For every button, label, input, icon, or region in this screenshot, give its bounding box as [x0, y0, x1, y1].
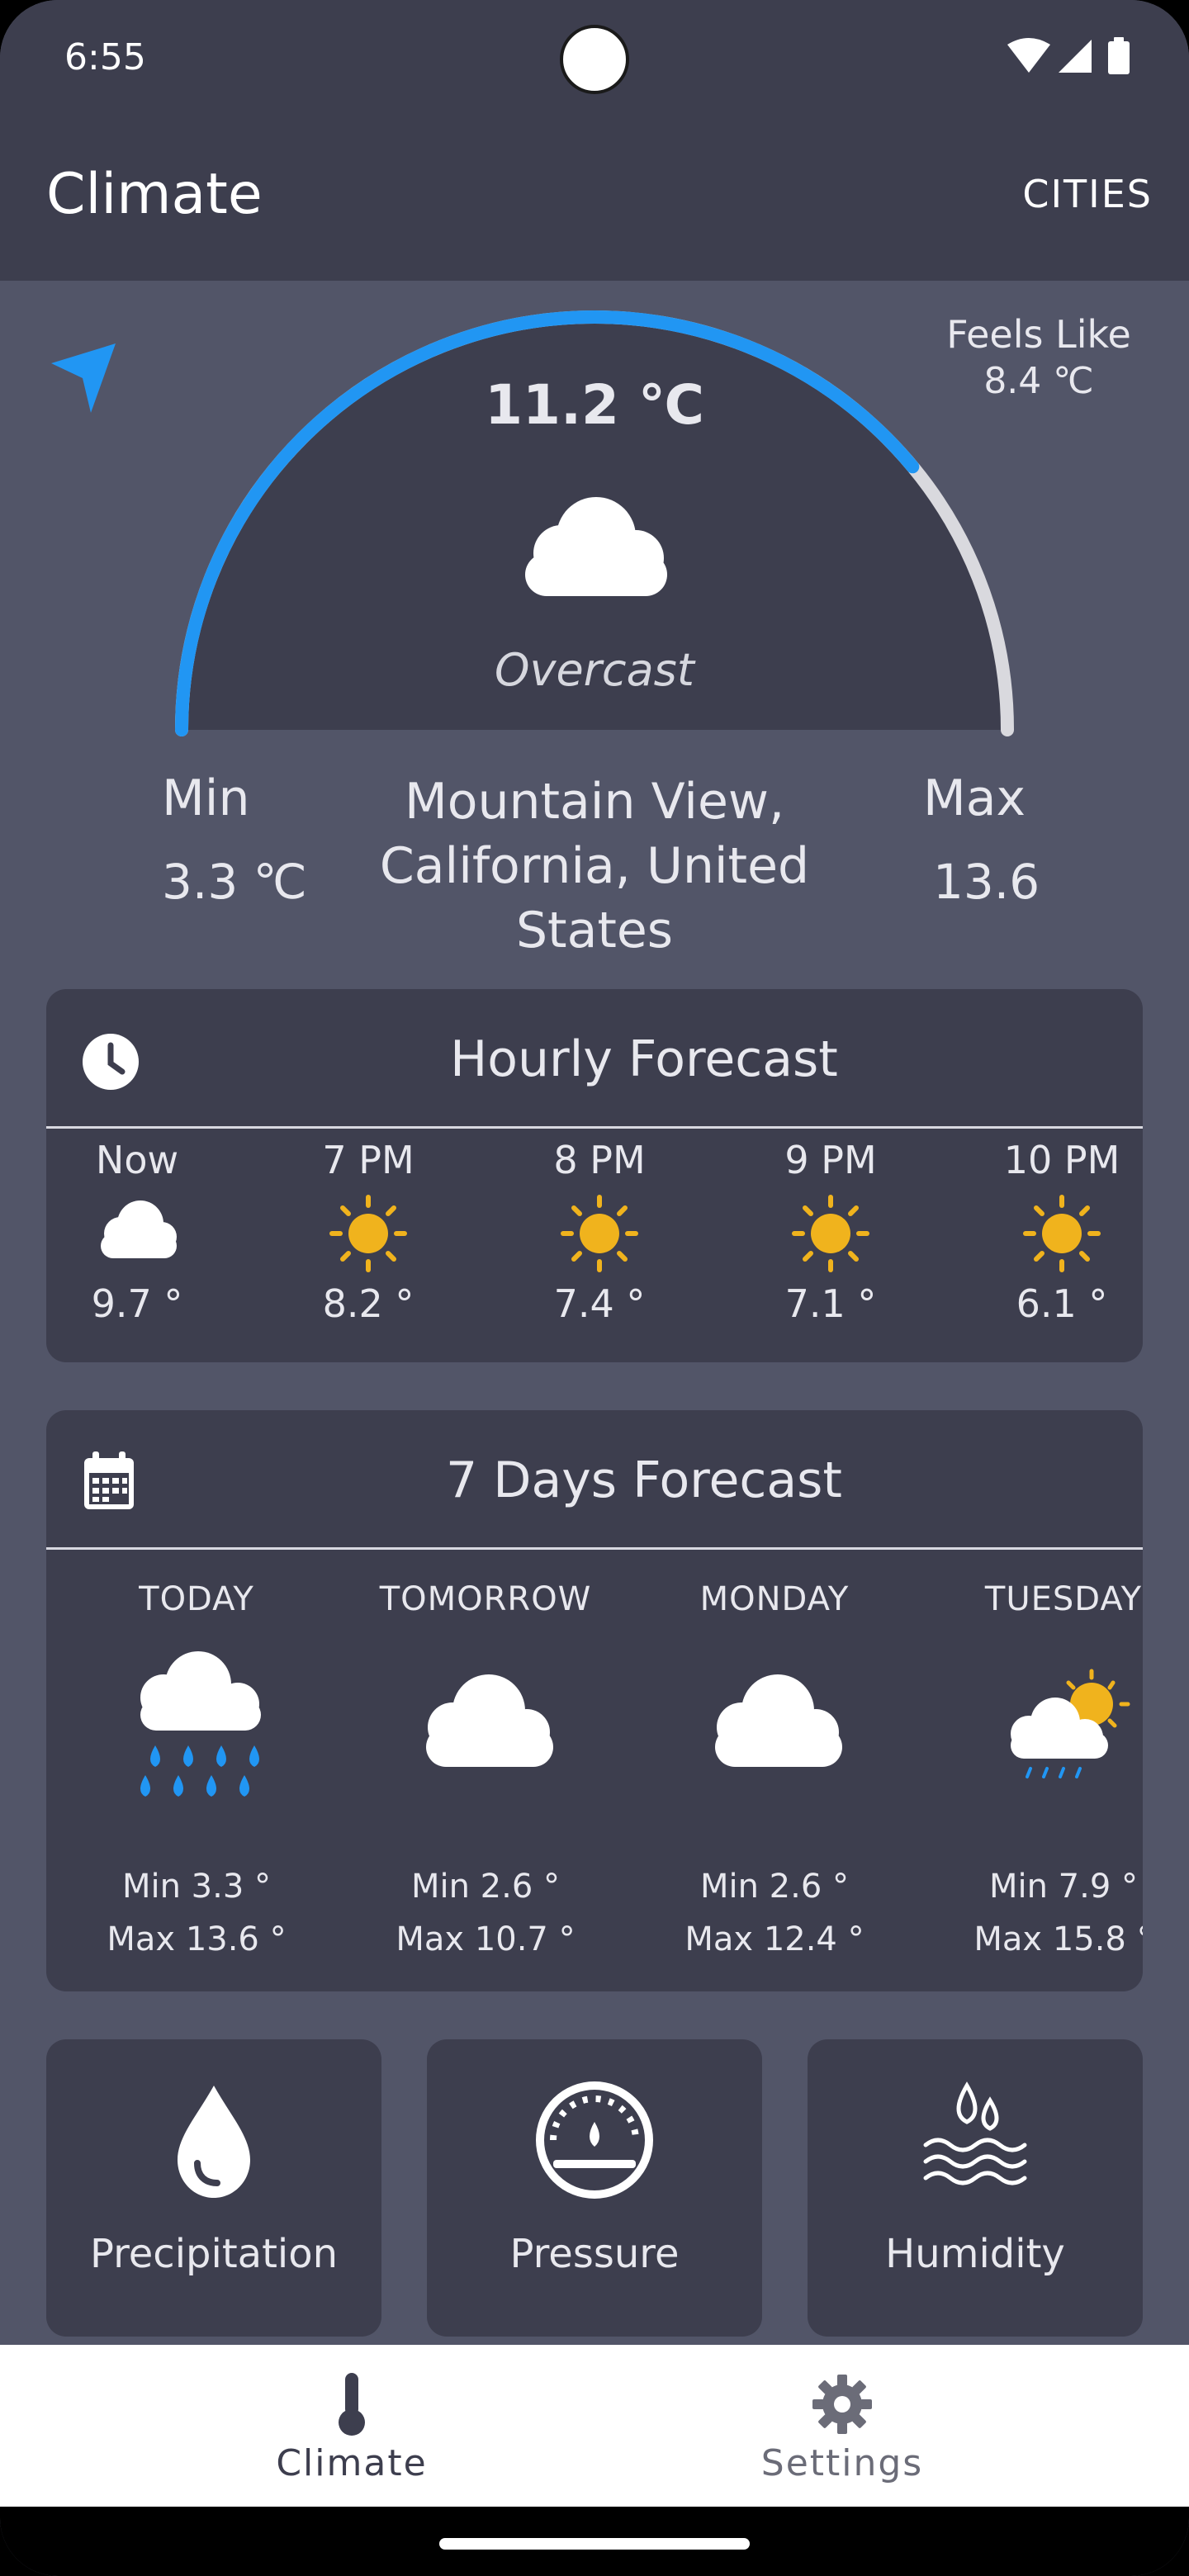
- app-screen: 6:55 Climate CITIES Feels Like 8.4 ℃ 11.…: [0, 0, 1189, 2576]
- hour-time: 7 PM: [322, 1138, 414, 1182]
- humidity-icon: [923, 2081, 1027, 2185]
- hour-temp: 7.1 °: [784, 1281, 877, 1326]
- home-indicator[interactable]: [439, 2538, 750, 2550]
- gauge-icon: [536, 2081, 653, 2199]
- hour-time: 9 PM: [784, 1138, 877, 1182]
- status-icons: [1007, 37, 1130, 74]
- day-min: Min 3.3 °: [121, 1868, 272, 1906]
- day-max: Max 13.6 °: [107, 1920, 287, 1958]
- location-name: Mountain View, California, United States: [379, 773, 810, 959]
- hourly-item: 10 PM 6.1 °: [988, 1138, 1136, 1326]
- hourly-forecast-title: Hourly Forecast: [450, 1030, 838, 1088]
- day-min: Min 2.6 °: [410, 1868, 561, 1906]
- min-label: Min: [162, 769, 250, 827]
- drop-icon: [178, 2086, 250, 2198]
- max-value: 13.6: [933, 854, 1040, 910]
- sun-icon: [561, 1195, 638, 1272]
- hour-temp: 7.4 °: [553, 1281, 646, 1326]
- hour-time: 10 PM: [1003, 1138, 1120, 1182]
- tile-label: Pressure: [509, 2231, 680, 2277]
- status-time: 6:55: [64, 36, 146, 78]
- sun-icon: [329, 1195, 407, 1272]
- max-label: Max: [923, 769, 1026, 827]
- tile-label: Precipitation: [89, 2231, 339, 2277]
- divider: [46, 1547, 1143, 1550]
- pressure-tile[interactable]: Pressure: [427, 2039, 762, 2337]
- sun-icon: [792, 1195, 869, 1272]
- feels-like-value: 8.4 ℃: [983, 360, 1094, 402]
- cloud-icon: [426, 1674, 553, 1767]
- bottom-navigation: Climate Settings: [0, 2345, 1189, 2507]
- wifi-icon: [1007, 38, 1050, 73]
- hourly-item: 7 PM 8.2 °: [294, 1138, 443, 1326]
- cloud-icon: [715, 1674, 842, 1767]
- day-name: MONDAY: [699, 1580, 850, 1618]
- gear-icon: [812, 2375, 872, 2434]
- sun-rain-icon: [1011, 1669, 1130, 1778]
- hourly-forecast-card[interactable]: Hourly Forecast Now 9.7 ° 7 PM 8.2 ° 8 P…: [46, 989, 1143, 1362]
- divider: [46, 1126, 1143, 1129]
- hour-temp: 6.1 °: [1016, 1281, 1108, 1326]
- daily-item: TOMORROW Min 2.6 ° Max 10.7 °: [362, 1580, 609, 1958]
- app-title: Climate: [46, 162, 263, 227]
- hourly-item: Now 9.7 °: [63, 1138, 211, 1326]
- daily-item: TUESDAY Min 7.9 ° Max 15.8 °: [940, 1580, 1143, 1958]
- day-name: TUESDAY: [984, 1580, 1143, 1618]
- daily-item: MONDAY Min 2.6 ° Max 12.4 °: [651, 1580, 898, 1958]
- signal-icon: [1059, 40, 1092, 73]
- thermometer-icon: [339, 2373, 365, 2436]
- humidity-tile[interactable]: Humidity: [808, 2039, 1143, 2337]
- heavy-rain-icon: [140, 1651, 261, 1797]
- day-name: TOMORROW: [379, 1580, 592, 1618]
- hourly-item: 8 PM 7.4 °: [525, 1138, 674, 1326]
- sun-icon: [1023, 1195, 1101, 1272]
- feels-like-label: Feels Like: [946, 312, 1131, 357]
- day-min: Min 7.9 °: [988, 1868, 1139, 1906]
- hourly-item: 9 PM 7.1 °: [756, 1138, 905, 1326]
- hour-temp: 9.7 °: [91, 1281, 183, 1326]
- daily-forecast-title: 7 Days Forecast: [446, 1451, 842, 1509]
- daily-item: TODAY Min 3.3 ° Max 13.6 °: [73, 1580, 320, 1958]
- nav-label: Settings: [760, 2442, 924, 2484]
- precipitation-tile[interactable]: Precipitation: [46, 2039, 381, 2337]
- hour-temp: 8.2 °: [322, 1281, 414, 1326]
- min-value: 3.3 ℃: [162, 854, 307, 910]
- hour-time: Now: [95, 1138, 179, 1182]
- top-app-bar: 6:55 Climate CITIES: [0, 0, 1189, 281]
- nav-settings[interactable]: Settings: [545, 2345, 1139, 2507]
- current-temperature: 11.2 ℃: [485, 373, 704, 437]
- cities-button[interactable]: CITIES: [1022, 172, 1153, 216]
- day-max: Max 12.4 °: [685, 1920, 865, 1958]
- hour-time: 8 PM: [553, 1138, 646, 1182]
- day-max: Max 15.8 °: [973, 1920, 1143, 1958]
- day-min: Min 2.6 °: [699, 1868, 850, 1906]
- tile-label: Humidity: [885, 2231, 1065, 2277]
- camera-cutout: [560, 25, 629, 94]
- day-max: Max 10.7 °: [396, 1920, 576, 1958]
- daily-forecast-card[interactable]: 7 Days Forecast TODAY Min 3.3 ° Max 13.6…: [46, 1410, 1143, 1991]
- weather-condition: Overcast: [495, 644, 694, 696]
- day-name: TODAY: [139, 1580, 254, 1618]
- cloud-icon: [101, 1200, 177, 1258]
- location-arrow-icon: [51, 343, 116, 413]
- battery-icon: [1108, 37, 1130, 74]
